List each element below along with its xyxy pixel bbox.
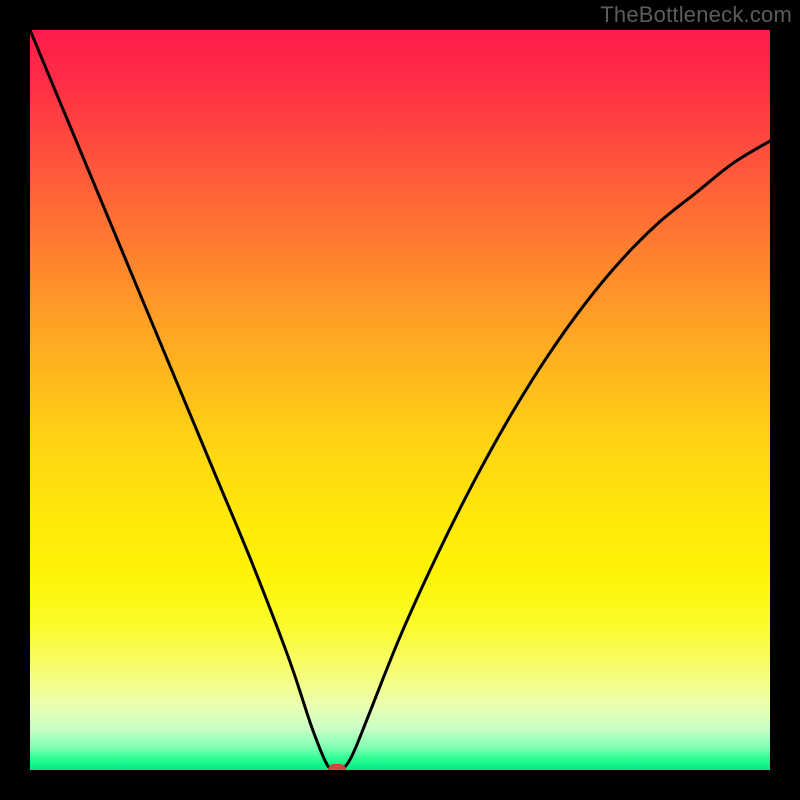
plot-area — [30, 30, 770, 770]
optimum-marker — [328, 764, 346, 770]
watermark-text: TheBottleneck.com — [600, 2, 792, 28]
curve-svg — [30, 30, 770, 770]
chart-frame: TheBottleneck.com — [0, 0, 800, 800]
bottleneck-curve — [30, 30, 770, 770]
